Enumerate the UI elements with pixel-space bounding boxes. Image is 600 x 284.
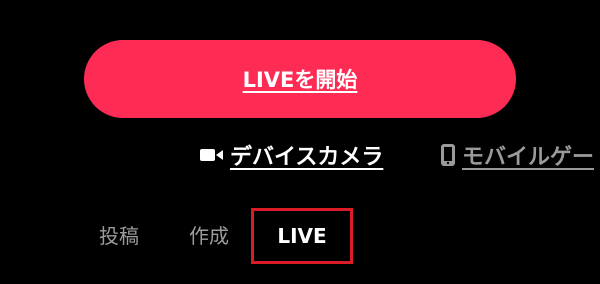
source-device-camera[interactable]: デバイスカメラ: [200, 138, 383, 172]
start-live-button[interactable]: LIVEを開始: [84, 40, 516, 118]
start-live-button-label: LIVEを開始: [242, 68, 358, 92]
source-selector: デバイスカメラ モバイルゲー: [0, 138, 600, 172]
tab-post[interactable]: 投稿: [92, 208, 146, 260]
video-camera-icon: [200, 146, 224, 164]
source-mobile-game[interactable]: モバイルゲー: [440, 138, 594, 172]
mobile-phone-icon: [440, 144, 456, 166]
live-setup-screen: LIVEを開始 デバイスカメラ モバイルゲー 投稿 作成 LIVE: [0, 0, 600, 284]
source-device-camera-label: デバイスカメラ: [230, 145, 384, 170]
tab-live[interactable]: LIVE: [251, 208, 353, 264]
mode-tabs: 投稿 作成 LIVE: [0, 208, 600, 264]
source-mobile-game-label: モバイルゲー: [462, 145, 595, 170]
tab-create[interactable]: 作成: [182, 208, 236, 260]
